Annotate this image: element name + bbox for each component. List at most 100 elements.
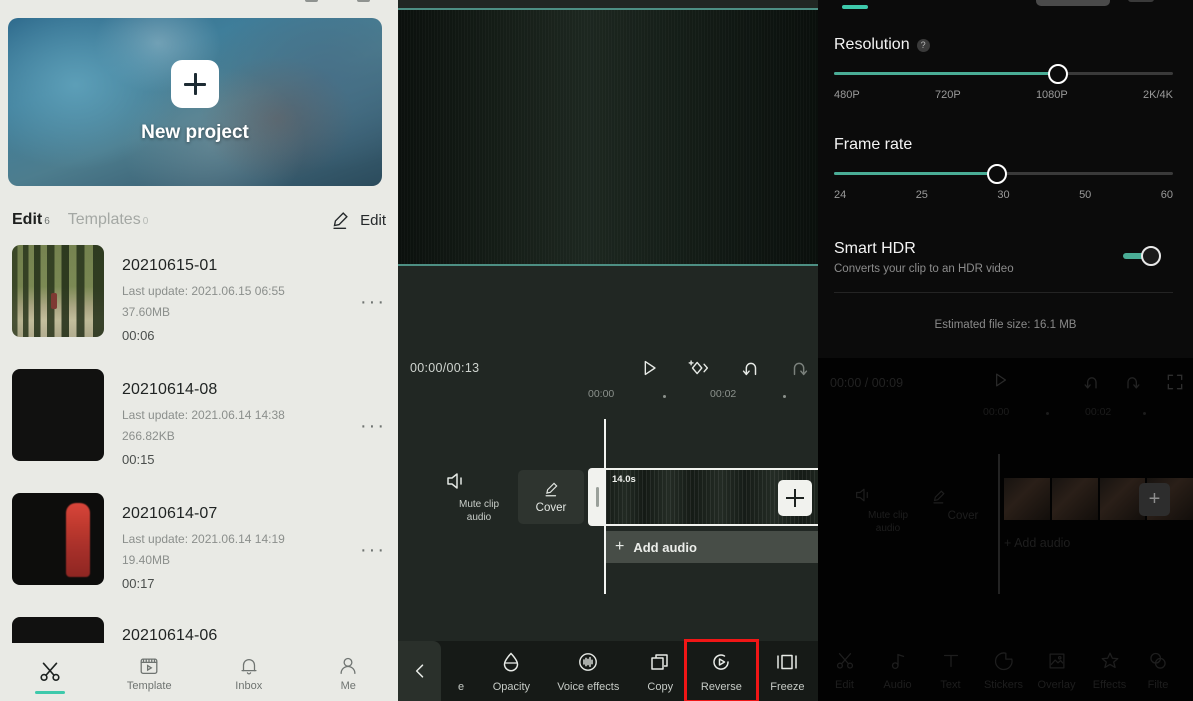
toolbar-item-copy[interactable]: Copy: [635, 641, 686, 701]
tab-templates-count: 0: [142, 216, 149, 227]
dimmed-timecode-total: 00:09: [871, 376, 904, 390]
dimmed-toolbar-item-filter[interactable]: Filte: [1136, 650, 1180, 691]
resolution-slider-fill: [834, 72, 1058, 75]
screenshot-stage: New project Edit 6 Templates 0 Edit 2021…: [0, 0, 1193, 701]
template-icon: [138, 655, 160, 677]
projects-panel: New project Edit 6 Templates 0 Edit 2021…: [0, 0, 398, 701]
tab-edit-label: Edit: [12, 211, 43, 228]
dimmed-toolbar-item-effects[interactable]: Effects: [1083, 650, 1136, 691]
sheet-top-button[interactable]: [1036, 0, 1110, 6]
dimmed-ruler-tick-0: 00:00: [983, 406, 1010, 418]
sidebar-item-inbox[interactable]: Inbox: [199, 645, 299, 701]
ruler-dot-2: [783, 395, 786, 398]
toolbar-item-freeze[interactable]: Freeze: [757, 641, 818, 701]
smart-hdr-title: Smart HDR: [834, 240, 916, 258]
scissors-icon: [37, 659, 63, 685]
project-name: 20210615-01: [122, 257, 218, 274]
resolution-tick-1080p: 1080P: [1035, 89, 1068, 101]
dimmed-cover-button[interactable]: Cover: [930, 488, 996, 522]
cover-button[interactable]: Cover: [518, 470, 584, 524]
keyframe-plus-icon[interactable]: [686, 356, 712, 380]
resolution-slider[interactable]: [834, 63, 1173, 84]
timeline-ruler: 00:00 00:02: [398, 388, 818, 406]
sheet-top-button-secondary[interactable]: [1128, 0, 1154, 2]
resolution-tick-labels: 480P 720P 1080P 2K/4K: [834, 89, 1173, 101]
toolbar-item-voice-effects-label: Voice effects: [557, 680, 620, 693]
sidebar-item-edit[interactable]: [0, 645, 100, 701]
sidebar-item-template-label: Template: [126, 679, 172, 692]
dimmed-play-icon[interactable]: [990, 370, 1010, 390]
export-settings-sheet: Resolution ? 480P 720P 1080P 2K/4K Frame…: [818, 0, 1193, 358]
resolution-slider-knob[interactable]: [1047, 63, 1068, 84]
dimmed-toolbar-label-audio: Audio: [883, 678, 912, 691]
tab-edit-count: 6: [44, 216, 50, 227]
smart-hdr-description: Converts your clip to an HDR video: [834, 263, 1014, 275]
dimmed-mute-clip-audio[interactable]: Mute clip audio: [853, 486, 923, 535]
toolbar-item-freeze-label: Freeze: [770, 680, 805, 693]
list-item[interactable]: 20210615-01 Last update: 2021.06.15 06:5…: [0, 243, 398, 367]
project-menu-button[interactable]: ···: [360, 291, 386, 314]
video-preview[interactable]: [398, 8, 818, 266]
toolbar-item-truncated[interactable]: e: [441, 641, 480, 701]
dimmed-add-audio[interactable]: + Add audio: [1004, 536, 1070, 550]
toolbar-item-reverse[interactable]: Reverse: [683, 639, 759, 701]
undo-icon[interactable]: [738, 357, 762, 379]
bottom-navigation: Template Inbox Me: [0, 645, 398, 701]
project-last-update: Last update: 2021.06.14 14:19: [122, 532, 285, 546]
dimmed-toolbar-item-text[interactable]: Text: [924, 650, 977, 691]
dimmed-ruler-tick-1: 00:02: [1085, 406, 1112, 418]
project-menu-button[interactable]: ···: [360, 539, 386, 562]
project-size: 19.40MB: [122, 553, 171, 567]
dimmed-toolbar-item-audio[interactable]: Audio: [871, 650, 924, 691]
play-icon[interactable]: [638, 357, 660, 379]
tab-templates-label: Templates: [67, 211, 141, 228]
dimmed-undo-icon[interactable]: [1081, 372, 1101, 392]
export-settings-panel: Resolution ? 480P 720P 1080P 2K/4K Frame…: [818, 0, 1193, 701]
toolbar-item-copy-label: Copy: [647, 680, 674, 693]
voice-effects-icon: [576, 650, 600, 674]
dimmed-toolbar-item-stickers[interactable]: Stickers: [977, 650, 1030, 691]
project-menu-button[interactable]: ···: [360, 415, 386, 438]
redo-icon[interactable]: [788, 357, 812, 379]
add-clip-button[interactable]: [778, 480, 812, 516]
frame-rate-slider[interactable]: [834, 163, 1173, 184]
sidebar-item-me[interactable]: Me: [299, 645, 399, 701]
dimmed-mute-label: Mute clip audio: [853, 510, 923, 535]
new-project-banner[interactable]: New project: [8, 18, 382, 186]
playhead[interactable]: [604, 419, 606, 594]
toggle-knob: [1141, 246, 1161, 266]
frame-rate-tick-24: 24: [834, 189, 847, 201]
projects-tabs: Edit 6 Templates 0 Edit: [0, 203, 398, 237]
dimmed-playhead[interactable]: [998, 454, 1000, 594]
help-icon[interactable]: ?: [916, 38, 930, 52]
sidebar-item-template[interactable]: Template: [100, 645, 200, 701]
frame-rate-slider-fill: [834, 172, 997, 175]
dimmed-toolbar-item-edit[interactable]: Edit: [818, 650, 871, 691]
clip-toolbar: e Opacity Voice effects Copy Reverse Fre…: [398, 639, 818, 701]
toolbar-item-opacity[interactable]: Opacity: [481, 641, 542, 701]
status-bar-clipped: [0, 0, 398, 8]
add-audio-track[interactable]: + Add audio: [606, 531, 818, 563]
dimmed-add-clip-button[interactable]: +: [1139, 483, 1170, 516]
back-button[interactable]: [398, 641, 442, 701]
project-thumbnail: [12, 493, 104, 585]
tab-templates[interactable]: Templates 0: [68, 211, 148, 229]
dimmed-toolbar-label-text: Text: [940, 678, 961, 691]
fullscreen-icon[interactable]: [1165, 372, 1185, 392]
edit-projects-button[interactable]: Edit: [329, 209, 386, 231]
dimmed-clip-strip[interactable]: +: [1004, 478, 1193, 520]
smart-hdr-toggle[interactable]: [1123, 246, 1161, 266]
dimmed-clip-frame: [1051, 478, 1098, 520]
timeline-clip[interactable]: 14.0s: [588, 468, 818, 526]
list-item[interactable]: 20210614-08 Last update: 2021.06.14 14:3…: [0, 367, 398, 491]
mute-label-line2: audio: [466, 511, 492, 523]
project-meta: 20210615-01 Last update: 2021.06.15 06:5…: [122, 243, 285, 367]
list-item[interactable]: 20210614-07 Last update: 2021.06.14 14:1…: [0, 491, 398, 615]
dimmed-toolbar-item-overlay[interactable]: Overlay: [1030, 650, 1083, 691]
mute-clip-audio-button[interactable]: Mute clip audio: [444, 470, 514, 524]
toolbar-item-voice-effects[interactable]: Voice effects: [542, 641, 635, 701]
dimmed-redo-icon[interactable]: [1123, 372, 1143, 392]
project-last-update: Last update: 2021.06.14 14:38: [122, 408, 285, 422]
frame-rate-slider-knob[interactable]: [986, 163, 1007, 184]
tab-edit[interactable]: Edit 6: [12, 211, 50, 229]
